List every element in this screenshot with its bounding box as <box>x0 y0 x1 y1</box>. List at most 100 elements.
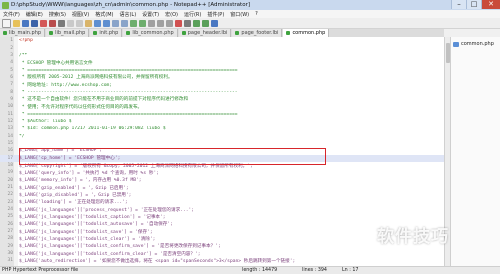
status-lines: lines : 394 <box>302 268 327 273</box>
line-text: * ======================================… <box>19 111 238 117</box>
open-file-icon[interactable] <box>13 19 20 27</box>
copy-icon[interactable] <box>76 19 83 27</box>
window-controls: – □ ✕ <box>451 0 500 10</box>
maximize-button[interactable]: □ <box>466 0 481 9</box>
close-button[interactable]: ✕ <box>481 0 500 9</box>
code-line[interactable]: 11 * ===================================… <box>0 110 444 117</box>
new-file-icon[interactable] <box>2 18 11 28</box>
line-number: 29 <box>7 243 13 249</box>
line-text: $_LANG['js_languages']['todolist_confirm… <box>19 244 221 250</box>
code-line[interactable]: 8 * ------------------------------------… <box>0 88 444 95</box>
code-line[interactable]: 15 <box>0 140 444 147</box>
line-text: $_LANG['js_languages']['todolist_autosav… <box>19 222 173 228</box>
line-number: 26 <box>7 221 13 227</box>
line-text: /** <box>19 52 28 58</box>
tab-init[interactable]: init.php <box>90 29 123 37</box>
menu-window[interactable]: 窗口(W) <box>227 11 252 18</box>
tab-label: lib_common.php <box>132 30 174 36</box>
line-number: 17 <box>7 155 13 161</box>
save-all-icon[interactable] <box>31 19 38 27</box>
line-text: * --------------------------------------… <box>19 89 238 95</box>
menu-macro[interactable]: 宏(O) <box>162 11 181 18</box>
code-line[interactable]: 1 <?php <box>0 37 444 44</box>
code-line[interactable]: 10 * 使用；不允许对程序代码以任何形式任何目的的再发布。 <box>0 103 444 110</box>
menu-edit[interactable]: 编辑(E) <box>23 11 46 18</box>
line-number: 14 <box>7 133 13 139</box>
line-number: 18 <box>7 163 13 169</box>
tab-page-footer[interactable]: page_footer.lbi <box>232 29 283 37</box>
cut-icon[interactable] <box>67 19 74 27</box>
code-line[interactable]: 31 $_LANG['auto_redirection'] = '如果您不做出选择… <box>0 257 444 264</box>
watermark-text: 软件技巧 <box>377 227 449 247</box>
line-number: 8 <box>10 89 13 95</box>
menu-plugins[interactable]: 插件(P) <box>204 11 227 18</box>
line-number: 12 <box>7 118 13 124</box>
tab-common-active[interactable]: common.php <box>283 29 330 37</box>
menu-help[interactable]: ? <box>252 11 261 17</box>
replace-icon[interactable] <box>121 19 128 27</box>
code-line[interactable]: 4 * ECSHOP 管理中心共用语言文件 <box>0 59 444 66</box>
minimize-button[interactable]: – <box>451 0 466 9</box>
record-macro-icon[interactable] <box>175 19 182 27</box>
code-line[interactable]: 6 * 版权所有 2005-2012 上海商派网络科技有限公司，并保留所有权利。 <box>0 74 444 81</box>
paste-icon[interactable] <box>85 19 92 27</box>
undo-icon[interactable] <box>94 19 101 27</box>
code-line[interactable]: 13 * $Id: common.php 17217 2011-01-19 06… <box>0 125 444 132</box>
tab-lib-main[interactable]: lib_main.php <box>0 29 46 37</box>
file-panel-label: common.php <box>461 41 494 47</box>
tab-page-header[interactable]: page_header.lbi <box>178 29 232 37</box>
save-macro-icon[interactable] <box>211 19 218 27</box>
saved-file-icon <box>49 31 54 35</box>
menu-run[interactable]: 运行(R) <box>181 11 204 18</box>
line-number: 20 <box>7 177 13 183</box>
menu-settings[interactable]: 设置(T) <box>139 11 162 18</box>
close-all-icon[interactable] <box>49 19 56 27</box>
menu-search[interactable]: 搜索(S) <box>46 11 69 18</box>
tab-label: page_header.lbi <box>187 30 228 36</box>
save-icon[interactable] <box>22 19 29 27</box>
code-line[interactable]: 20 $_LANG['memory_info'] = '，内存占用 %0.3f M… <box>0 177 444 184</box>
line-text: $_LANG['query_info'] = '共执行 %d 个查询，用时 %s… <box>19 170 159 176</box>
line-text: <?php <box>19 38 33 44</box>
watermark: 软件技巧 <box>377 222 449 247</box>
menu-view[interactable]: 视图(V) <box>69 11 92 18</box>
code-line[interactable]: 24 $_LANG['js_languages']['process_reques… <box>0 206 444 213</box>
code-line[interactable]: 19 $_LANG['query_info'] = '共执行 %d 个查询，用时 … <box>0 169 444 176</box>
code-line[interactable]: 9 * 这不是一个自由软件！您只能在不用于商业目的的前提下对程序代码进行修改和 <box>0 96 444 103</box>
tab-lib-mail[interactable]: lib_mail.php <box>46 29 90 37</box>
tab-lib-common[interactable]: lib_common.php <box>123 29 178 37</box>
zoom-out-icon[interactable] <box>139 19 146 27</box>
print-icon[interactable] <box>58 19 65 27</box>
code-line[interactable]: 25 $_LANG['js_languages']['todolist_capti… <box>0 213 444 220</box>
code-line[interactable]: 7 * 网站地址: http://www.ecshop.com; <box>0 81 444 88</box>
line-text: $_LANG['js_languages']['todolist_confirm… <box>19 251 201 257</box>
find-icon[interactable] <box>112 19 119 27</box>
line-number: 19 <box>7 170 13 176</box>
run-macro-multiple-icon[interactable] <box>202 19 209 27</box>
wrap-icon[interactable] <box>148 19 155 27</box>
menu-file[interactable]: 文件(F) <box>0 11 23 18</box>
line-text: * $Author: liubo $ <box>19 118 72 124</box>
code-line[interactable]: 5 * ====================================… <box>0 66 444 73</box>
stop-macro-icon[interactable] <box>184 19 191 27</box>
code-line[interactable]: 12 * $Author: liubo $ <box>0 118 444 125</box>
code-line[interactable]: 23 $_LANG['loading'] = '正在处理您的请求...'; <box>0 199 444 206</box>
play-macro-icon[interactable] <box>193 19 200 27</box>
redo-icon[interactable] <box>103 19 110 27</box>
show-all-chars-icon[interactable] <box>157 19 164 27</box>
code-line[interactable]: 21 $_LANG['gzip_enabled'] = '，Gzip 已启用'; <box>0 184 444 191</box>
line-text: $_LANG['js_languages']['todolist_caption… <box>19 214 166 220</box>
code-line[interactable]: 3 /** <box>0 52 444 59</box>
code-line[interactable]: 14 */ <box>0 132 444 139</box>
file-panel-item[interactable]: common.php <box>453 41 494 47</box>
menu-format[interactable]: 格式(M) <box>92 11 116 18</box>
line-number: 28 <box>7 236 13 242</box>
line-number: 16 <box>7 148 13 154</box>
code-line[interactable]: 30 $_LANG['js_languages']['todolist_confi… <box>0 250 444 257</box>
zoom-in-icon[interactable] <box>130 19 137 27</box>
code-line[interactable]: 2 <box>0 44 444 51</box>
code-line[interactable]: 22 $_LANG['gzip_disabled'] = '，Gzip 已禁用'; <box>0 191 444 198</box>
close-file-icon[interactable] <box>40 19 47 27</box>
menu-language[interactable]: 语言(L) <box>116 11 139 18</box>
indent-guide-icon[interactable] <box>166 19 173 27</box>
